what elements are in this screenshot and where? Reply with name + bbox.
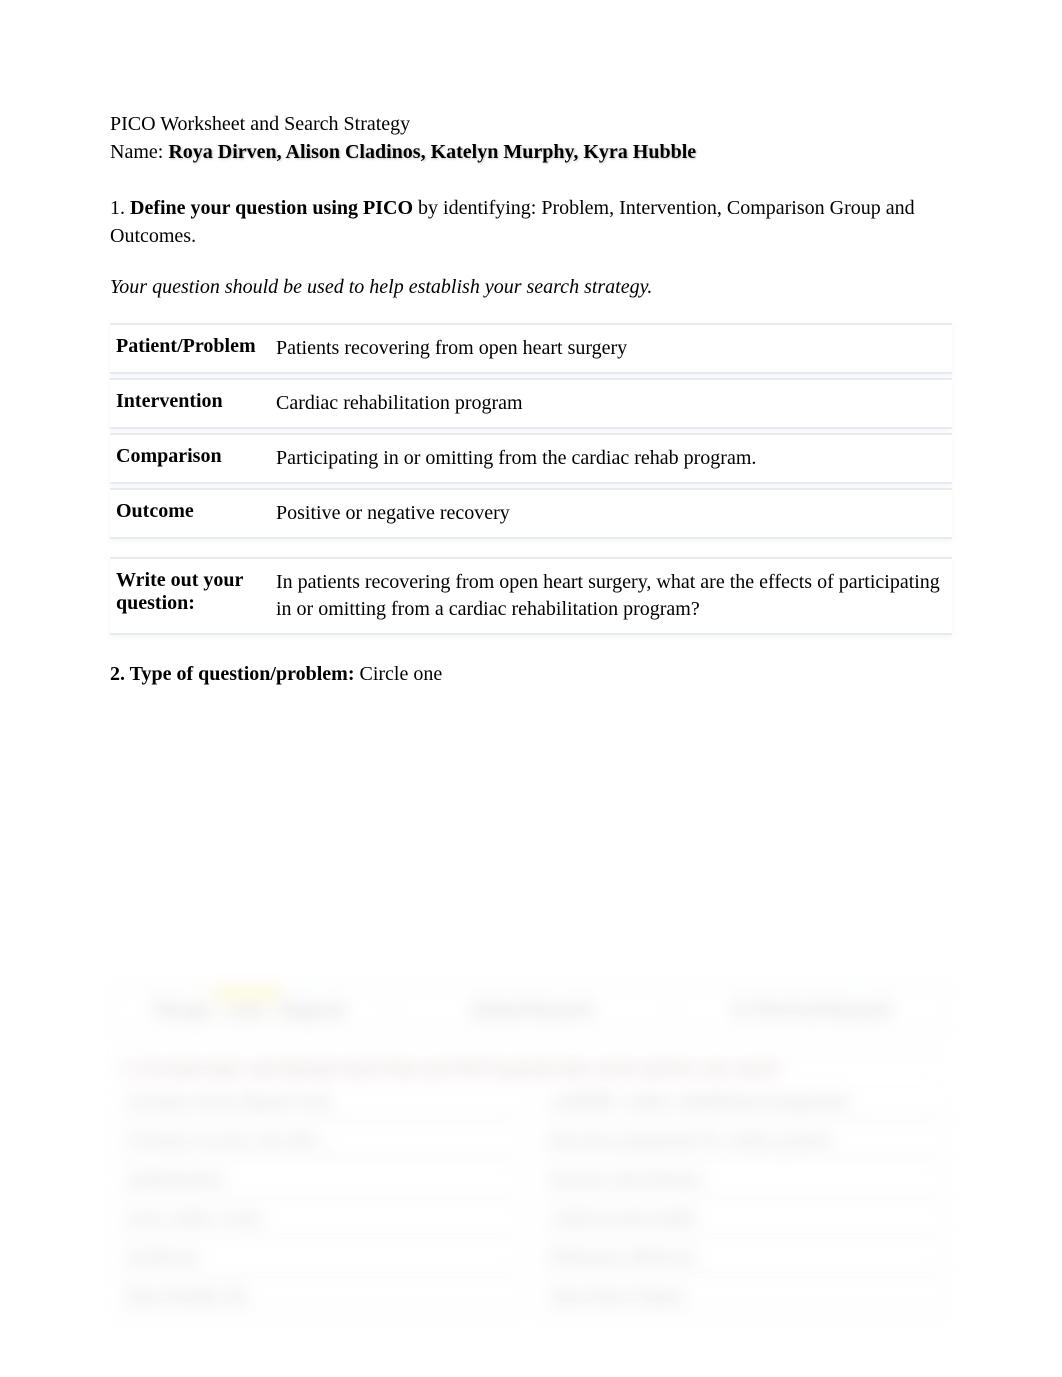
- blurred-grid: Coronary Artery Bypass Graft cardiORC ca…: [110, 1081, 952, 1317]
- blurred-cell: cardiovascular health: [540, 1202, 946, 1235]
- pico-row-patient: Patient/Problem Patients recovering from…: [110, 323, 952, 374]
- blurred-cell: Exercise and tolerance: [540, 1163, 946, 1196]
- blurred-tab-row: Therapy / cause / diagnosis Animal Resea…: [110, 986, 952, 1033]
- blurred-subhead: 3. List main topics and alternate terms …: [110, 1055, 952, 1081]
- blurred-cell: acute cardiac events: [116, 1202, 522, 1235]
- pico-row-comparison: Comparison Participating in or omitting …: [110, 433, 952, 484]
- blurred-tab: In Vitro/Lab Research: [679, 992, 946, 1027]
- pico-label: Outcome: [116, 500, 276, 523]
- pico-label: Comparison: [116, 445, 276, 468]
- student-names: Roya Dirven, Alison Cladinos, Katelyn Mu…: [168, 141, 696, 163]
- section-2-bold: 2. Type of question/problem:: [110, 663, 354, 685]
- section-2-rest: Circle one: [354, 663, 442, 685]
- worksheet-title: PICO Worksheet and Search Strategy: [110, 110, 952, 138]
- blurred-tab: Animal Research: [397, 992, 664, 1027]
- pico-value: Patients recovering from open heart surg…: [276, 335, 946, 362]
- pico-value: Participating in or omitting from the ca…: [276, 445, 946, 472]
- pico-row-intervention: Intervention Cardiac rehabilitation prog…: [110, 378, 952, 429]
- blurred-preview: Therapy / cause / diagnosis Animal Resea…: [110, 986, 952, 1317]
- name-label: Name:: [110, 141, 163, 163]
- section-1-number: 1.: [110, 197, 125, 219]
- section-1-note: Your question should be used to help est…: [110, 276, 952, 299]
- blurred-cell: Coronary Artery Bypass Graft: [116, 1085, 522, 1118]
- blurred-cell: Coronary recovery rate after ...: [116, 1124, 522, 1157]
- section-1-prompt: 1. Define your question using PICO by id…: [110, 194, 952, 250]
- pico-label: Intervention: [116, 390, 276, 413]
- section-2-prompt: 2. Type of question/problem: Circle one: [110, 663, 952, 686]
- pico-value: Cardiac rehabilitation program: [276, 390, 946, 417]
- pico-table: Patient/Problem Patients recovering from…: [110, 323, 952, 635]
- name-line: Name: Roya Dirven, Alison Cladinos, Kate…: [110, 138, 952, 166]
- pico-question-value: In patients recovering from open heart s…: [276, 569, 946, 623]
- blurred-cell: recidivism: [116, 1241, 522, 1274]
- blurred-cell: Recovery programme for cardiac patients: [540, 1124, 946, 1157]
- pico-row-outcome: Outcome Positive or negative recovery: [110, 488, 952, 539]
- blurred-tab: Therapy / cause / diagnosis: [116, 992, 383, 1027]
- pico-row-question: Write out your question: In patients rec…: [110, 557, 952, 635]
- blurred-cell: Pulmonary difference: [540, 1241, 946, 1274]
- section-1-bold: Define your question using PICO: [130, 197, 413, 219]
- pico-label: Patient/Problem: [116, 335, 276, 358]
- blurred-cell: cardiORC cardiac rehabilitation programm…: [540, 1085, 946, 1118]
- blurred-cell: Open Heart Surgery: [540, 1280, 946, 1313]
- blurred-cell: randomization: [116, 1163, 522, 1196]
- pico-question-label: Write out your question:: [116, 569, 276, 615]
- blurred-cell: Heart Healthy life: [116, 1280, 522, 1313]
- pico-value: Positive or negative recovery: [276, 500, 946, 527]
